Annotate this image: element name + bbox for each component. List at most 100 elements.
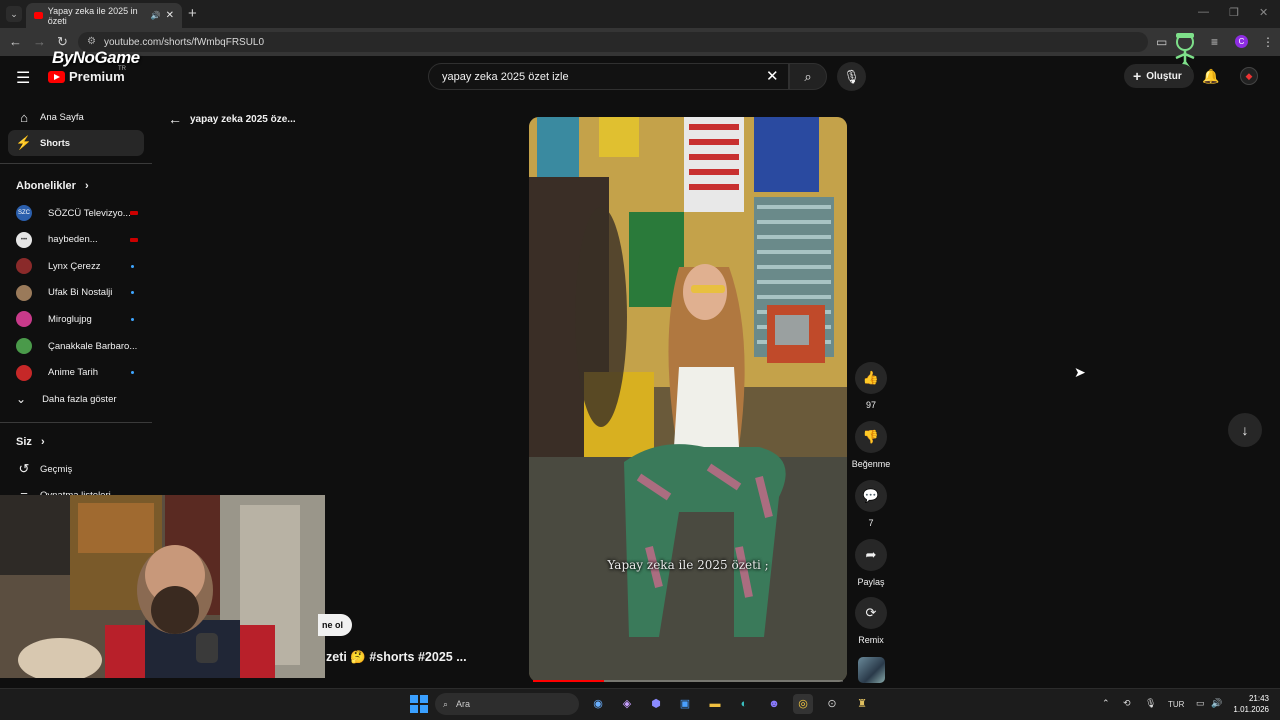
live-indicator-icon [130, 237, 138, 242]
you-heading-label: Siz [16, 436, 32, 448]
search-icon: ⌕ [804, 69, 812, 84]
sidebar: ⌂ Ana Sayfa ⚡ Shorts Abonelikler › SZC SÖ… [0, 98, 152, 503]
speaker-icon[interactable]: 🔊 [151, 11, 161, 20]
history-icon: ↺ [18, 461, 30, 476]
sidebar-item-label: Geçmiş [40, 463, 73, 475]
edge-icon[interactable]: ◐ [734, 694, 754, 714]
microphone-icon: 🎙 [843, 69, 860, 84]
cast-icon[interactable]: ▭ [1156, 35, 1167, 49]
channel-avatar: SZC [16, 205, 32, 221]
sidebar-item-home[interactable]: ⌂ Ana Sayfa [8, 104, 144, 130]
teams-icon[interactable]: ⬢ [646, 694, 666, 714]
sidebar-item-label: Ana Sayfa [40, 111, 84, 123]
channel-avatar: ••• [16, 231, 32, 248]
clear-search-icon[interactable]: ✕ [766, 67, 779, 85]
windows-taskbar [0, 688, 1280, 720]
share-button[interactable]: ➦ Paylaş [852, 539, 890, 587]
show-more-label: Daha fazla göster [42, 393, 117, 405]
channel-name: SÖZCÜ Televizyo... [48, 207, 130, 219]
you-heading[interactable]: Siz › [16, 436, 45, 448]
tray-sync-icon[interactable]: ⟲ [1123, 698, 1131, 709]
channel-avatar [16, 338, 32, 354]
back-to-search-link[interactable]: ← yapay zeka 2025 öze... [168, 111, 296, 127]
store-icon[interactable]: ▣ [675, 694, 695, 714]
tray-chevron-up-icon[interactable]: ⌃ [1102, 698, 1110, 709]
youtube-logo[interactable]: Premium [48, 69, 125, 84]
discord-icon[interactable]: ☻ [764, 694, 784, 714]
chrome-icon[interactable]: ◎ [793, 694, 813, 714]
next-video-button[interactable]: ↓ [1228, 413, 1262, 447]
input-language[interactable]: TUR [1168, 700, 1184, 709]
dislike-button[interactable]: 👎 Beğenme [848, 421, 894, 469]
browser-menu-icon[interactable]: ⋮ [1262, 35, 1274, 49]
browser-tab[interactable]: Yapay zeka ile 2025 in özeti 🔊 ✕ [26, 3, 182, 28]
tab-close-icon[interactable]: ✕ [166, 10, 174, 21]
menu-icon[interactable]: ☰ [16, 68, 30, 88]
search-icon: ⌕ [443, 698, 449, 709]
remix-button[interactable]: ⟳ Remix [852, 597, 890, 645]
sound-thumbnail[interactable] [858, 657, 885, 683]
youtube-favicon [34, 12, 43, 19]
minimize-button[interactable]: — [1198, 6, 1209, 18]
mouse-cursor-icon: ➤ [1074, 364, 1086, 380]
channel-avatar [16, 284, 32, 301]
subscription-item[interactable]: Ufak Bi Nostalji [8, 280, 144, 306]
comments-button[interactable]: 💬 7 [852, 480, 890, 528]
show-more-button[interactable]: ⌄ Daha fazla göster [8, 386, 144, 412]
comment-count: 7 [868, 518, 874, 528]
forward-icon[interactable]: → [33, 34, 46, 49]
search-input[interactable]: yapay zeka 2025 özet izle [428, 63, 789, 90]
video-progress-fill [533, 680, 605, 682]
new-content-dot-icon [131, 371, 134, 375]
search-button[interactable]: ⌕ [789, 63, 827, 90]
subscription-item[interactable]: Çanakkale Barbaro... [8, 333, 144, 359]
thumbs-down-icon: 👎 [855, 421, 887, 453]
tab-search-button[interactable]: ⌄ [6, 6, 22, 22]
site-info-icon[interactable]: ⚙ [87, 36, 96, 47]
app-icon[interactable]: ♜ [852, 694, 872, 714]
tray-mic-icon[interactable]: 🎙 [1145, 698, 1156, 709]
back-link-label: yapay zeka 2025 öze... [190, 113, 296, 125]
windows-start-icon[interactable] [410, 695, 428, 713]
sidebar-item-shorts[interactable]: ⚡ Shorts [8, 130, 144, 156]
video-title[interactable]: zeti 🤔 #shorts #2025 ... [326, 650, 467, 665]
taskbar-search[interactable]: ⌕ Ara [435, 693, 579, 715]
steam-icon[interactable]: ⊙ [822, 694, 842, 714]
shorts-video-player[interactable] [529, 117, 847, 682]
subscription-item[interactable]: Miroglujpg [8, 306, 144, 332]
media-controls-icon[interactable]: ≡ [1211, 35, 1218, 49]
subscription-item[interactable]: SZC SÖZCÜ Televizyo... [8, 200, 144, 226]
shorts-icon: ⚡ [15, 135, 33, 150]
subscription-item[interactable]: Anime Tarih [8, 360, 144, 386]
voice-search-button[interactable]: 🎙 [837, 62, 866, 91]
share-icon: ➦ [855, 539, 887, 571]
create-button[interactable]: + Oluştur [1124, 64, 1194, 88]
back-icon[interactable]: ← [9, 34, 22, 49]
sidebar-item-label: Shorts [40, 137, 71, 149]
tray-volume-icon[interactable]: 🔊 [1211, 698, 1222, 709]
widgets-icon[interactable]: ◈ [617, 694, 637, 714]
subscription-item[interactable]: Lynx Çerezz [8, 253, 144, 279]
new-tab-button[interactable]: + [188, 5, 197, 22]
copilot-icon[interactable]: ◉ [588, 694, 608, 714]
country-code: TR [118, 66, 126, 72]
new-content-dot-icon [131, 291, 134, 295]
close-window-button[interactable]: ✕ [1259, 6, 1268, 19]
browser-profile-avatar[interactable]: C [1235, 35, 1248, 48]
file-explorer-icon[interactable]: ▬ [705, 694, 725, 714]
subscriptions-heading[interactable]: Abonelikler › [16, 180, 89, 192]
url-field[interactable]: ⚙ youtube.com/shorts/fWmbqFRSUL0 [78, 32, 1148, 52]
channel-name: Çanakkale Barbaro... [48, 340, 138, 352]
subscription-item[interactable]: ••• haybeden... [8, 227, 144, 253]
notifications-bell-icon[interactable]: 🔔 [1202, 68, 1219, 85]
restore-button[interactable]: ❐ [1229, 6, 1239, 19]
taskbar-clock[interactable]: 21:43 1.01.2026 [1227, 693, 1269, 715]
account-avatar[interactable]: ◆ [1240, 67, 1258, 85]
tray-display-icon[interactable]: ▭ [1196, 698, 1205, 709]
like-count: 97 [865, 400, 876, 410]
channel-name: Lynx Çerezz [48, 260, 101, 272]
subscribe-button[interactable]: ne ol [318, 614, 352, 636]
sidebar-item-history[interactable]: ↺ Geçmiş [8, 456, 144, 482]
url-text: youtube.com/shorts/fWmbqFRSUL0 [104, 36, 265, 48]
like-button[interactable]: 👍 97 [852, 362, 890, 410]
